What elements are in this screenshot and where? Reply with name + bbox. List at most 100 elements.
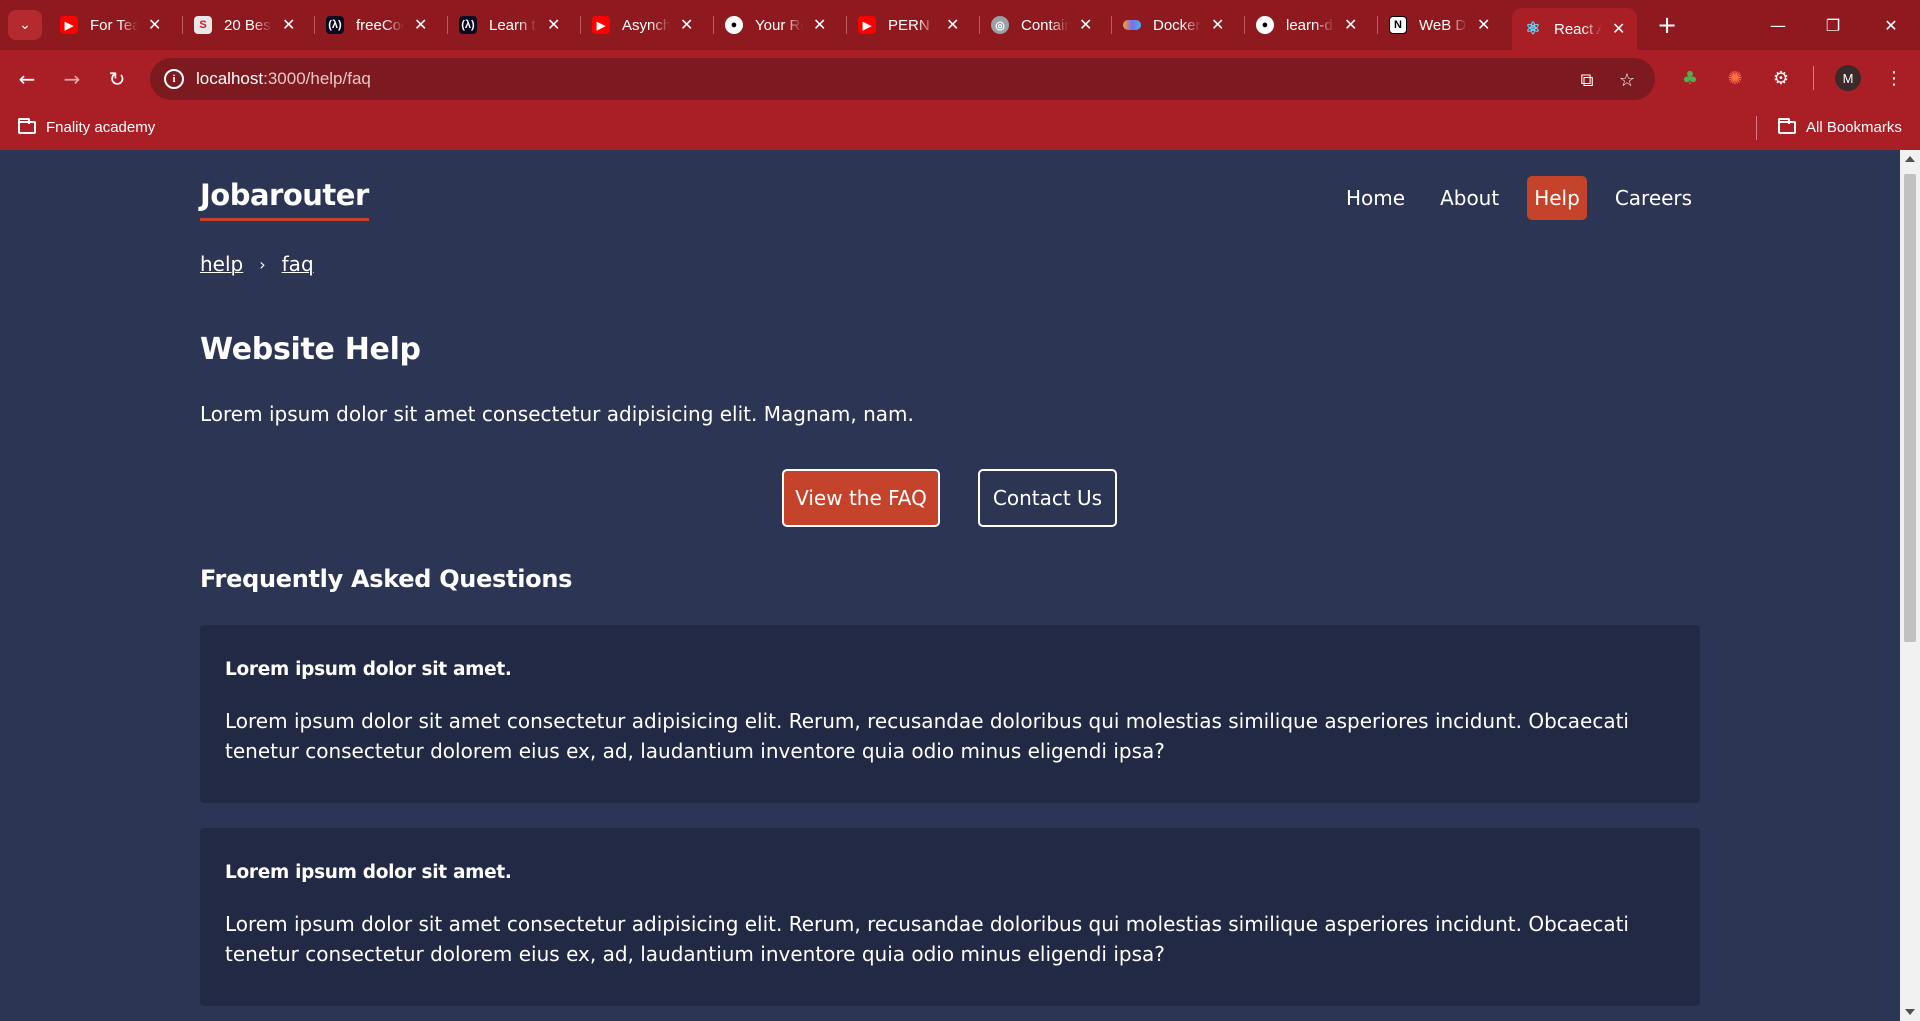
close-window-icon[interactable]: ✕ [1871,10,1911,40]
freecodecamp-icon: (λ) [459,16,477,34]
browser-tab[interactable]: N WeB Dev ✕ [1377,8,1502,42]
forward-arrow-icon[interactable]: → [57,64,87,94]
intro-text: Lorem ipsum dolor sit amet consectetur a… [200,402,914,426]
close-tab-icon[interactable]: ✕ [1612,19,1625,39]
install-app-icon[interactable]: ⧉ [1574,67,1600,93]
folder-icon [1778,118,1796,134]
site-logo[interactable]: Jobarouter [200,178,369,221]
bookmarks-bar: Fnality academy All Bookmarks [0,108,1920,150]
browser-toolbar: ← → ↻ i localhost:3000/help/faq ⧉ ☆ [0,50,1920,108]
browser-tab[interactable]: (λ) freeCodeCamp ✕ [314,8,439,42]
url-path: :3000/help/faq [263,69,371,88]
faq-answer: Lorem ipsum dolor sit amet consectetur a… [225,709,1629,763]
faq-question: Lorem ipsum dolor sit amet. [225,862,512,883]
tab-title: 20 Best [224,16,272,34]
browser-tab[interactable]: ● learn-docker ✕ [1244,8,1369,42]
folder-icon [18,118,36,134]
all-bookmarks-label: All Bookmarks [1806,119,1902,136]
faq-item: Lorem ipsum dolor sit amet. Lorem ipsum … [200,828,1700,1006]
tab-title: WeB Dev [1419,16,1467,34]
browser-tab[interactable]: ● Your Repositories ✕ [713,8,838,42]
youtube-icon: ▶ [60,16,78,34]
nav-help[interactable]: Help [1527,176,1587,220]
tab-title: freeCodeCamp [356,16,404,34]
contact-us-button[interactable]: Contact Us [978,469,1117,527]
browser-tab[interactable]: ▶ Asynchronous ✕ [580,8,705,42]
faq-heading: Frequently Asked Questions [200,565,573,593]
tab-title: Learn to Code [489,16,537,34]
site-info-icon[interactable]: i [164,69,184,89]
github-icon: ● [1256,16,1274,34]
kebab-menu-icon[interactable]: ⋮ [1880,64,1908,92]
close-tab-icon[interactable]: ✕ [1477,15,1490,35]
view-faq-button[interactable]: View the FAQ [782,469,940,527]
notion-icon: N [1389,16,1407,34]
close-tab-icon[interactable]: ✕ [813,15,826,35]
faq-item: Lorem ipsum dolor sit amet. Lorem ipsum … [200,625,1700,803]
close-tab-icon[interactable]: ✕ [1344,15,1357,35]
back-arrow-icon[interactable]: ← [12,64,42,94]
profile-avatar[interactable]: M [1835,65,1861,91]
tab-strip: ⌄ ▶ For Teachers ✕ S 20 Best ✕ (λ) freeC… [0,0,1920,50]
nav-about[interactable]: About [1433,176,1506,220]
nav-home[interactable]: Home [1339,176,1412,220]
tab-search-chevron-icon[interactable]: ⌄ [8,10,42,40]
tab-title: Your Repositories [755,16,803,34]
address-url[interactable]: localhost:3000/help/faq [196,69,371,89]
new-tab-plus-icon[interactable]: + [1652,10,1682,40]
page-scrollbar[interactable] [1900,150,1920,1021]
browser-tab[interactable]: ◎ Containers ✕ [979,8,1104,42]
freecodecamp-icon: (λ) [326,16,344,34]
tree-extension-icon[interactable]: ♣ [1676,64,1704,92]
close-tab-icon[interactable]: ✕ [148,15,161,35]
address-bar[interactable]: i localhost:3000/help/faq ⧉ ☆ [150,58,1655,100]
close-tab-icon[interactable]: ✕ [1079,15,1092,35]
breadcrumb-help[interactable]: help [200,252,243,276]
breadcrumb: help › faq [200,252,314,276]
tab-title: Docker [1153,16,1201,34]
tab-title: React App [1554,20,1602,38]
browser-tab[interactable]: Docker ✕ [1111,8,1236,42]
tab-title: For Teachers [90,16,138,34]
minimize-icon[interactable]: — [1758,10,1798,40]
close-tab-icon[interactable]: ✕ [946,15,959,35]
page-title: Website Help [200,332,421,367]
bookmark-star-icon[interactable]: ☆ [1614,67,1640,93]
close-tab-icon[interactable]: ✕ [1211,15,1224,35]
breadcrumb-faq[interactable]: faq [282,252,314,276]
toolbar-divider [1813,66,1814,90]
main-nav: Home About Help Careers [1318,176,1699,220]
tab-title: Containers [1021,16,1069,34]
close-tab-icon[interactable]: ✕ [547,15,560,35]
url-host: localhost [196,69,264,88]
bookmark-folder-label: Fnality academy [46,119,156,136]
browser-tab[interactable]: ▶ For Teachers ✕ [48,8,173,42]
globe-icon: ◎ [991,16,1009,34]
scroll-up-arrow-icon[interactable] [1905,156,1915,162]
s-logo-icon: S [194,16,212,34]
youtube-icon: ▶ [592,16,610,34]
all-bookmarks[interactable]: All Bookmarks [1778,118,1902,136]
faq-question: Lorem ipsum dolor sit amet. [225,659,512,680]
bookmark-folder[interactable]: Fnality academy [18,118,156,136]
browser-tab[interactable]: ▶ PERN Stack ✕ [846,8,971,42]
extensions-icon[interactable]: ⚙ [1767,64,1795,92]
browser-tab[interactable]: S 20 Best ✕ [182,8,307,42]
tab-title: learn-docker [1286,16,1334,34]
reload-icon[interactable]: ↻ [102,64,132,94]
close-tab-icon[interactable]: ✕ [680,15,693,35]
breadcrumb-chevron-icon: › [259,254,266,274]
browser-tab-active[interactable]: ⚛ React App ✕ [1512,8,1638,50]
nav-careers[interactable]: Careers [1608,176,1699,220]
tab-title: PERN Stack [888,16,936,34]
puzzle-extension-icon[interactable]: ✺ [1721,64,1749,92]
close-tab-icon[interactable]: ✕ [282,15,295,35]
restore-icon[interactable]: ❐ [1813,10,1853,40]
scroll-thumb[interactable] [1904,174,1916,642]
docker-icon [1123,20,1141,30]
close-tab-icon[interactable]: ✕ [414,15,427,35]
tab-title: Asynchronous [622,16,670,34]
scroll-down-arrow-icon[interactable] [1905,1009,1915,1015]
github-icon: ● [725,16,743,34]
browser-tab[interactable]: (λ) Learn to Code ✕ [447,8,572,42]
